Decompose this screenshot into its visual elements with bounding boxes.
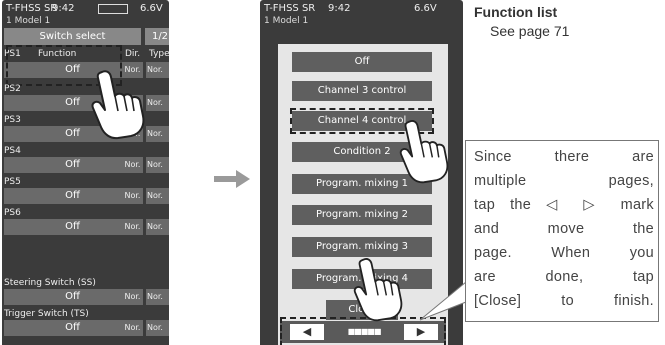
- receiver-label: T-FHSS SR: [264, 3, 316, 14]
- switch-label-ps2: PS2: [4, 84, 21, 94]
- receiver-label: T-FHSS SR: [6, 3, 58, 14]
- option-channel-3-control[interactable]: Channel 3 control: [292, 81, 432, 101]
- type-ps4[interactable]: Nor.: [146, 157, 169, 173]
- option-program-mixing-3[interactable]: Program. mixing 3: [292, 237, 432, 257]
- function-list-title: Function list: [474, 4, 558, 20]
- battery-voltage: 6.6V: [140, 3, 163, 14]
- callout-line: multiple pages,: [474, 173, 654, 189]
- function-select-ts[interactable]: Off: [4, 320, 141, 336]
- type-ps6[interactable]: Nor.: [146, 219, 169, 235]
- type-column-header: Type: [149, 49, 169, 59]
- callout-pointer: [419, 281, 467, 321]
- battery-icon: [98, 4, 128, 14]
- hand-pointer-icon: [353, 258, 403, 322]
- battery-voltage: 6.6V: [414, 3, 437, 14]
- page-indicator[interactable]: 1/2: [145, 28, 169, 45]
- function-select-ps6[interactable]: Off: [4, 219, 141, 235]
- row-gap: [4, 239, 167, 275]
- dir-ps6[interactable]: Nor.: [122, 219, 143, 235]
- callout-line: and move the: [474, 221, 654, 237]
- arrow-right-icon: [214, 170, 250, 188]
- type-ss[interactable]: Nor.: [146, 289, 169, 305]
- switch-label-ts: Trigger Switch (TS): [4, 309, 89, 319]
- status-bar: T-FHSS SR 9:42 6.6V: [264, 3, 437, 15]
- switch-label-ss: Steering Switch (SS): [4, 278, 96, 288]
- switch-label-ps4: PS4: [4, 146, 21, 156]
- dir-ss[interactable]: Nor.: [122, 289, 143, 305]
- callout-line: are done, tap: [474, 269, 654, 285]
- callout-line-last: [Close] to finish.: [474, 293, 654, 309]
- option-program-mixing-2[interactable]: Program. mixing 2: [292, 205, 432, 225]
- page-reference: See page 71: [490, 23, 570, 39]
- model-name: 1 Model 1: [264, 16, 309, 26]
- dir-column-header: Dir.: [125, 49, 141, 59]
- hand-pointer-icon: [399, 120, 449, 184]
- type-ps5[interactable]: Nor.: [146, 188, 169, 204]
- function-select-ps4[interactable]: Off: [4, 157, 141, 173]
- callout-line: Since there are: [474, 149, 654, 165]
- clock: 9:42: [52, 3, 75, 14]
- dir-ts[interactable]: Nor.: [122, 320, 143, 336]
- hand-pointer-icon: [91, 70, 145, 140]
- switch-label-ps6: PS6: [4, 208, 21, 218]
- callout-line: tap the ◁ ▷ mark: [474, 197, 654, 213]
- dir-ps4[interactable]: Nor.: [122, 157, 143, 173]
- switch-label-ps5: PS5: [4, 177, 21, 187]
- dir-ps5[interactable]: Nor.: [122, 188, 143, 204]
- function-select-ps5[interactable]: Off: [4, 188, 141, 204]
- clock: 9:42: [328, 3, 351, 14]
- switch-select-screen: T-FHSS SR 9:42 6.6V 1 Model 1 Switch sel…: [2, 0, 169, 345]
- function-select-ss[interactable]: Off: [4, 289, 141, 305]
- instruction-callout: Since there are multiple pages, tap the …: [465, 140, 659, 322]
- callout-line: page. When you: [474, 245, 654, 261]
- switch-label-ps3: PS3: [4, 115, 21, 125]
- screen-title: Switch select: [4, 28, 141, 45]
- status-bar: T-FHSS SR 9:42 6.6V: [6, 3, 166, 15]
- type-ts[interactable]: Nor.: [146, 320, 169, 336]
- model-name: 1 Model 1: [6, 16, 51, 26]
- option-off[interactable]: Off: [292, 52, 432, 72]
